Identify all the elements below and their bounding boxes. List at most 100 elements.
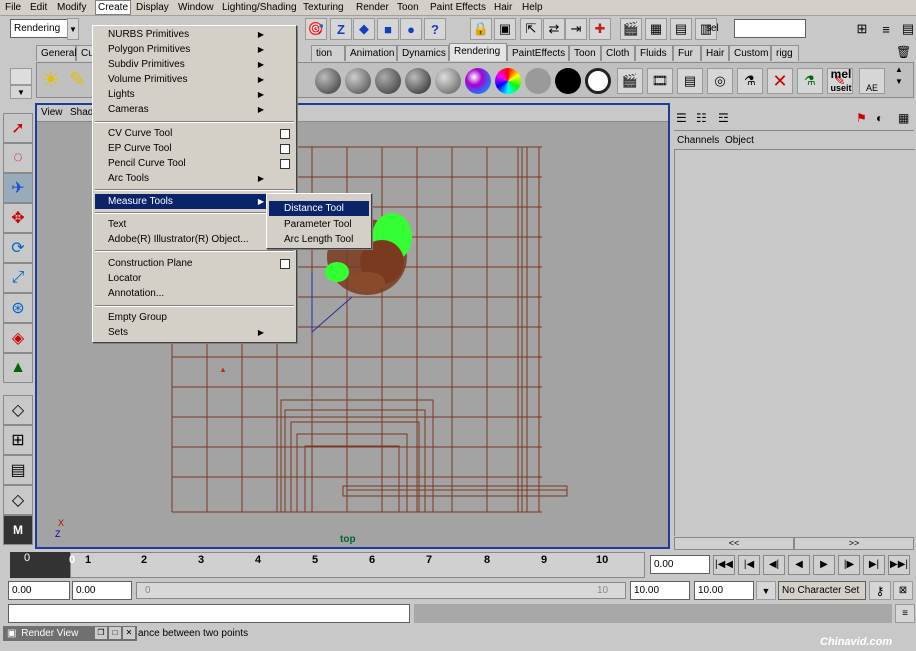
menu-modify[interactable]: Modify (57, 1, 86, 14)
time-ruler[interactable]: 0 1 2 3 4 5 6 7 8 9 10 (69, 552, 645, 578)
playback-end-field[interactable]: 10.00 (630, 581, 690, 600)
key-icon[interactable]: ⚷ (869, 581, 891, 600)
menu-item-cameras[interactable]: Cameras ▶ (95, 102, 294, 117)
menu-item-measure-tools[interactable]: Measure Tools ▶ (95, 194, 294, 209)
start-time-field[interactable]: 0.00 (8, 581, 70, 600)
playback-start-field[interactable]: 0.00 (72, 581, 132, 600)
menu-hair[interactable]: Hair (494, 1, 512, 14)
menu-item-nurbs-primitives[interactable]: NURBS Primitives ▶ (95, 27, 294, 42)
shader-sphere-icon[interactable] (375, 68, 401, 94)
menu-item-arc-length-tool[interactable]: Arc Length Tool (269, 232, 369, 247)
snap-view-icon[interactable]: ■ (377, 18, 399, 40)
command-line-input[interactable] (8, 604, 410, 623)
construction-history-icon[interactable]: ⇄ (543, 18, 565, 40)
menu-display[interactable]: Display (136, 1, 169, 14)
layer-grid-icon[interactable]: ▦ (898, 111, 909, 125)
attribute-editor-icon[interactable]: AE (859, 68, 885, 94)
menu-item-arc-tools[interactable]: Arc Tools ▶ (95, 171, 294, 186)
shelf-menu-icon[interactable] (10, 68, 32, 85)
menu-item-polygon-primitives[interactable]: Polygon Primitives ▶ (95, 42, 294, 57)
mel-script-icon[interactable]: mel useit (828, 68, 854, 95)
menu-toon[interactable]: Toon (397, 1, 419, 14)
snap-point-icon[interactable]: ◆ (353, 18, 375, 40)
lock-icon[interactable]: 🔒 (470, 18, 492, 40)
current-time-field[interactable]: 0.00 (650, 555, 710, 574)
persp-graph-layout-icon[interactable]: ◇ (3, 485, 33, 515)
menu-item-cv-curve-tool[interactable]: CV Curve Tool (95, 126, 294, 141)
shelf-dropdown-icon[interactable]: ▼ (10, 85, 32, 99)
shelf-tab-rigg[interactable]: rigg (771, 45, 799, 61)
last-tool-icon[interactable]: ▲ (3, 353, 33, 383)
manipulator-tool-icon[interactable]: ⊛ (3, 293, 33, 323)
flask-icon[interactable]: ⚗ (797, 68, 823, 94)
menu-paint-effects[interactable]: Paint Effects (430, 1, 486, 14)
menu-item-annotation[interactable]: Annotation... (95, 286, 294, 301)
render-frame-icon[interactable]: ⇥ (565, 18, 587, 40)
cancel-render-icon[interactable]: ✕ (767, 68, 793, 94)
side-pane-layout-icon[interactable]: ▤ (3, 455, 33, 485)
menu-item-text[interactable]: Text (95, 217, 294, 232)
shelf-tab-toon[interactable]: Toon (569, 45, 601, 61)
spotlight-icon[interactable]: ✎ (69, 67, 86, 92)
menu-item-pencil-curve-tool[interactable]: Pencil Curve Tool (95, 156, 294, 171)
lasso-tool-icon[interactable]: ◌ (3, 143, 33, 173)
layer-red-icon[interactable]: ⚑ (856, 111, 867, 125)
shelf-scroll-up-icon[interactable]: ▲ (895, 65, 903, 74)
menu-item-adobe-illustrator-object[interactable]: Adobe(R) Illustrator(R) Object... (95, 232, 294, 247)
paint-select-tool-icon[interactable]: ✈ (3, 173, 33, 203)
close-icon[interactable]: ✕ (123, 627, 135, 639)
soft-mod-tool-icon[interactable]: ◈ (3, 323, 33, 353)
shelf-tab-dynamics[interactable]: Dynamics (397, 45, 449, 61)
shelf-tab-cloth[interactable]: Cloth (601, 45, 635, 61)
render-view-minimized[interactable]: ▣ Render View ❐ □ ✕ (3, 626, 137, 641)
menu-item-empty-group[interactable]: Empty Group (95, 310, 294, 325)
attribute-editor-toggle-icon[interactable]: ≡ (875, 18, 897, 40)
viewport-menu-shading[interactable]: Shad (70, 107, 93, 118)
character-set-dropdown-icon[interactable]: ▼ (756, 581, 776, 600)
end-time-field[interactable]: 10.00 (694, 581, 754, 600)
move-tool-icon[interactable]: ✥ (3, 203, 33, 233)
output-ops-icon[interactable]: ⇱ (520, 18, 542, 40)
lambert-outline-icon[interactable] (585, 68, 611, 94)
light-icon[interactable]: ☀ (41, 67, 61, 93)
menu-item-sets[interactable]: Sets ▶ (95, 325, 294, 340)
menu-edit[interactable]: Edit (30, 1, 47, 14)
menu-create[interactable]: Create (95, 0, 132, 15)
help-query-icon[interactable]: ? (424, 18, 446, 40)
shelf-tab-painteffects[interactable]: PaintEffects (507, 45, 569, 61)
single-pane-layout-icon[interactable]: ◇ (3, 395, 33, 425)
snap-grid-icon[interactable]: Z (330, 18, 352, 40)
rotate-tool-icon[interactable]: ⟳ (3, 233, 33, 263)
scale-tool-icon[interactable]: ⤢ (3, 263, 33, 293)
channel-box-toggle-icon[interactable]: ⊞ (851, 18, 873, 40)
input-history-icon[interactable]: ▣ (494, 18, 516, 40)
option-box-icon[interactable] (280, 144, 290, 154)
channels-tab[interactable]: Channels (677, 135, 719, 146)
layer-editor-icon[interactable]: ☲ (718, 111, 729, 125)
viewport-menu-view[interactable]: View (41, 107, 63, 118)
channel-box-layout-icon[interactable]: ☰ (676, 111, 687, 125)
menu-item-distance-tool[interactable]: Distance Tool (269, 201, 369, 216)
restore-icon[interactable]: ❐ (95, 627, 107, 639)
option-box-icon[interactable] (280, 159, 290, 169)
shader-sphere-icon[interactable] (345, 68, 371, 94)
step-forward-key-icon[interactable]: ▶| (863, 555, 885, 575)
shader-sphere-icon[interactable] (405, 68, 431, 94)
mental-ray-icon[interactable]: ⚗ (737, 68, 763, 94)
option-box-icon[interactable] (280, 129, 290, 139)
menu-set-arrow-icon[interactable]: ▼ (67, 18, 79, 40)
menu-item-locator[interactable]: Locator (95, 271, 294, 286)
shelf-tab-fluids[interactable]: Fluids (635, 45, 673, 61)
channel-list[interactable] (674, 149, 915, 536)
step-forward-frame-icon[interactable]: |▶ (838, 555, 860, 575)
attribute-list-icon[interactable]: ☷ (696, 111, 707, 125)
ipr-render-icon[interactable]: ✚ (589, 18, 611, 40)
play-forward-icon[interactable]: ▶ (813, 555, 835, 575)
ramp-shader-icon[interactable] (495, 68, 521, 94)
shelf-tab-general[interactable]: General (36, 45, 77, 61)
step-back-key-icon[interactable]: |◀ (738, 555, 760, 575)
menu-file[interactable]: File (5, 1, 21, 14)
menu-lighting-shading[interactable]: Lighting/Shading (222, 1, 297, 14)
shelf-tab-rendering[interactable]: Rendering (449, 43, 507, 61)
four-pane-layout-icon[interactable]: ⊞ (3, 425, 33, 455)
